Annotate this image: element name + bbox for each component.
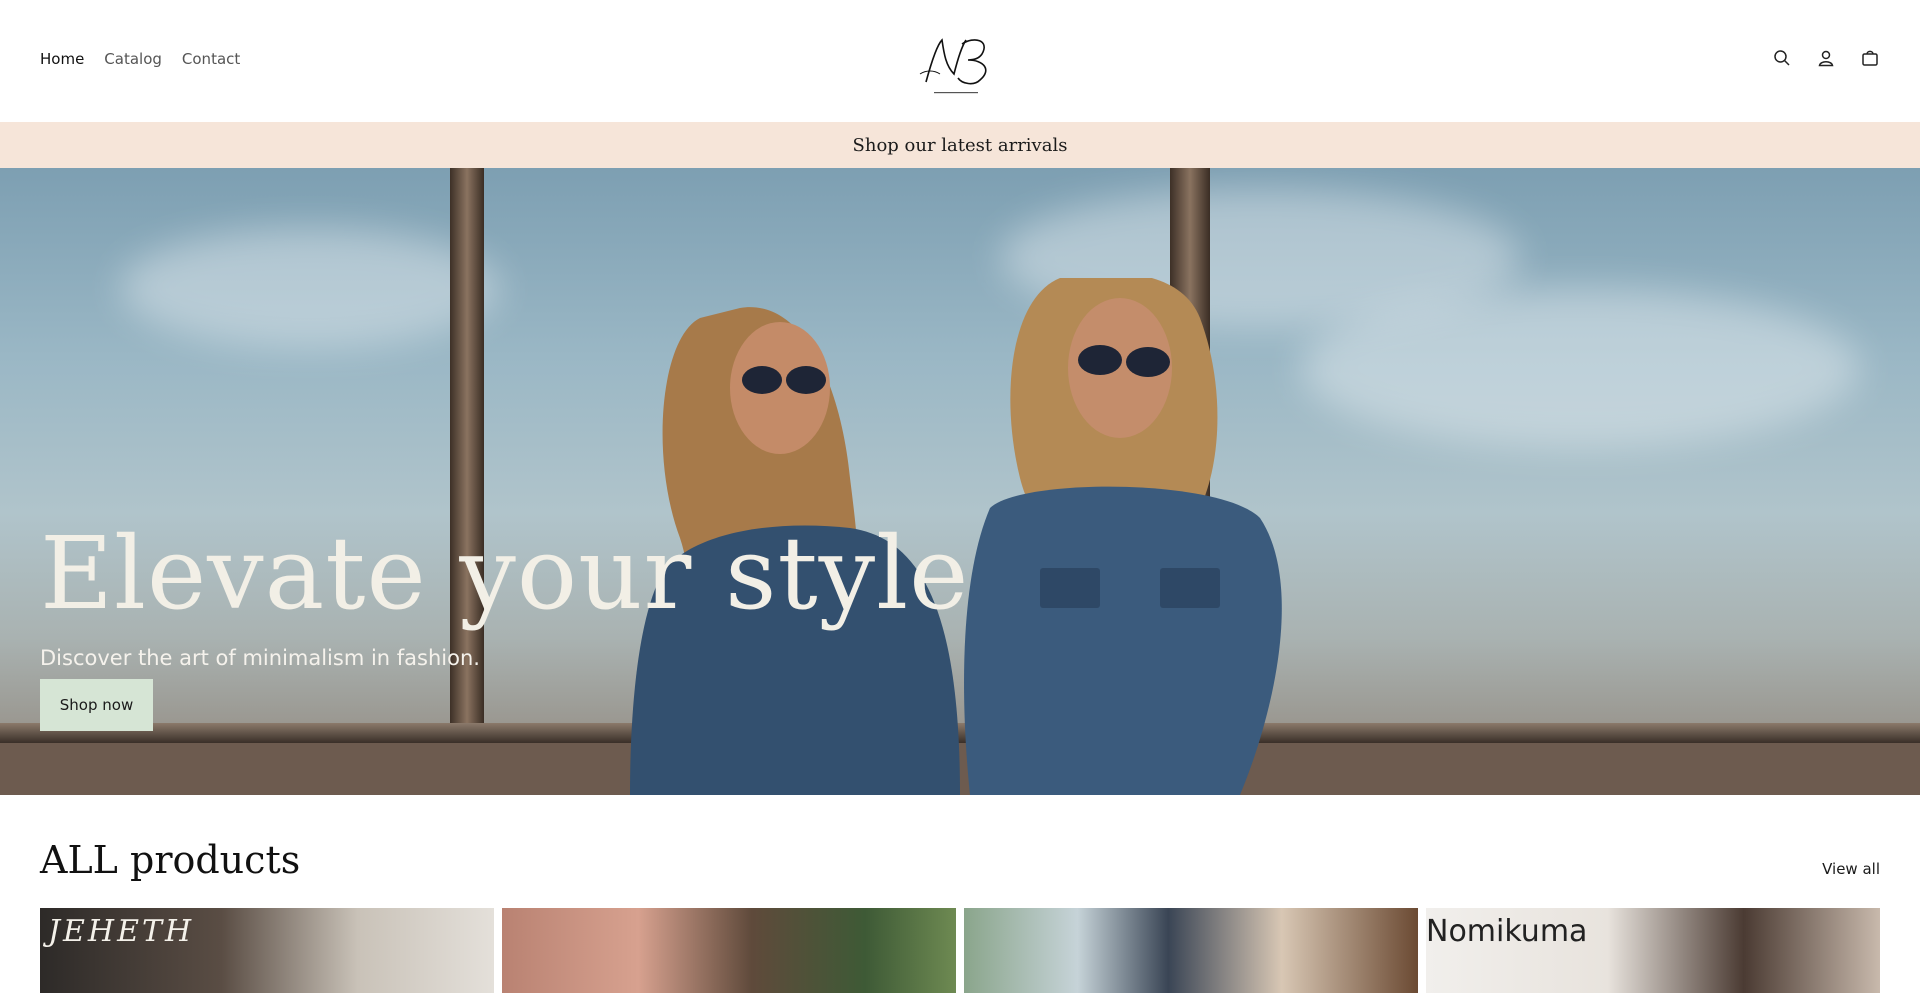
view-all-link[interactable]: View all [1822, 860, 1880, 878]
cart-icon[interactable] [1860, 48, 1880, 68]
product-image-label: Nomikuma [1426, 914, 1588, 949]
nav-catalog[interactable]: Catalog [104, 50, 162, 68]
hero-text: Elevate your style Discover the art of m… [40, 515, 970, 671]
product-card[interactable]: Nomikuma [1426, 908, 1880, 993]
account-icon[interactable] [1816, 48, 1836, 68]
shop-now-button[interactable]: Shop now [40, 679, 153, 731]
nav-home[interactable]: Home [40, 50, 84, 68]
hero-cloud [1300, 288, 1860, 448]
hero-subtitle: Discover the art of minimalism in fashio… [40, 646, 480, 670]
logo-monogram [919, 38, 987, 94]
announcement-text: Shop our latest arrivals [852, 134, 1068, 156]
header-actions [1772, 48, 1880, 68]
nav-contact[interactable]: Contact [182, 50, 240, 68]
product-image-label: JEHETH [48, 914, 195, 949]
product-card[interactable]: JEHETH [40, 908, 494, 993]
main-nav: Home Catalog Contact [40, 50, 240, 68]
hero-title: Elevate your style [40, 515, 970, 632]
product-card[interactable] [502, 908, 956, 993]
window-frame [450, 168, 484, 795]
product-grid: JEHETH Nomikuma [40, 908, 1880, 993]
announcement-bar: Shop our latest arrivals [0, 122, 1920, 168]
products-title: ALL products [40, 838, 301, 882]
store-logo[interactable] [912, 30, 1000, 100]
search-icon[interactable] [1772, 48, 1792, 68]
hero-cloud [120, 228, 500, 348]
product-card[interactable] [964, 908, 1418, 993]
hero-banner: Elevate your style Discover the art of m… [0, 168, 1920, 795]
site-header: Home Catalog Contact [0, 0, 1920, 122]
